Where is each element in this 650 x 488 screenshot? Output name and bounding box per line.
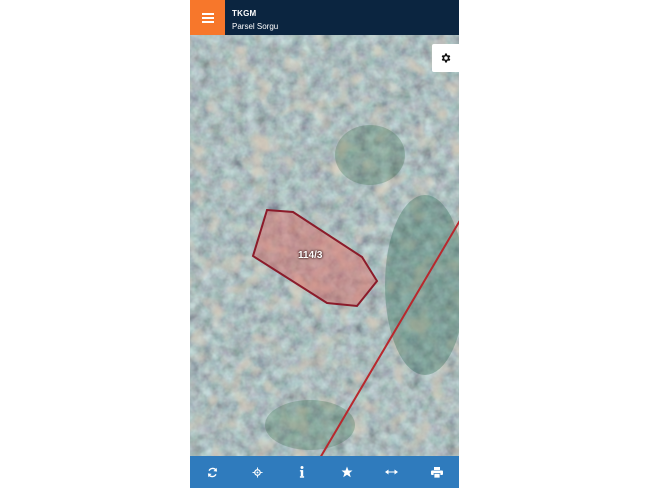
locate-icon [252,466,263,478]
print-button[interactable] [423,458,451,486]
gear-icon [441,53,450,63]
settings-button[interactable] [432,44,459,72]
refresh-icon [207,467,217,477]
hamburger-icon [201,12,214,23]
bottom-toolbar [190,456,459,488]
locate-button[interactable] [243,458,271,486]
app-titles: TKGM Parsel Sorgu [232,7,278,33]
print-icon [430,466,443,478]
app-subtitle: Parsel Sorgu [232,22,279,31]
favorite-button[interactable] [333,458,361,486]
parcel-label: 114/3 [298,250,323,261]
satellite-map[interactable]: 114/3 [190,35,459,456]
star-icon [341,466,353,478]
refresh-button[interactable] [198,458,226,486]
info-button[interactable] [288,458,316,486]
menu-button[interactable] [190,0,225,35]
measure-button[interactable] [378,458,406,486]
aerial-imagery [190,35,459,456]
app-title: TKGM [232,9,257,18]
info-icon [299,466,305,478]
top-bar: TKGM Parsel Sorgu [190,0,459,35]
measure-icon [385,469,399,475]
app-screen: TKGM Parsel Sorgu 114/3 [190,0,459,488]
